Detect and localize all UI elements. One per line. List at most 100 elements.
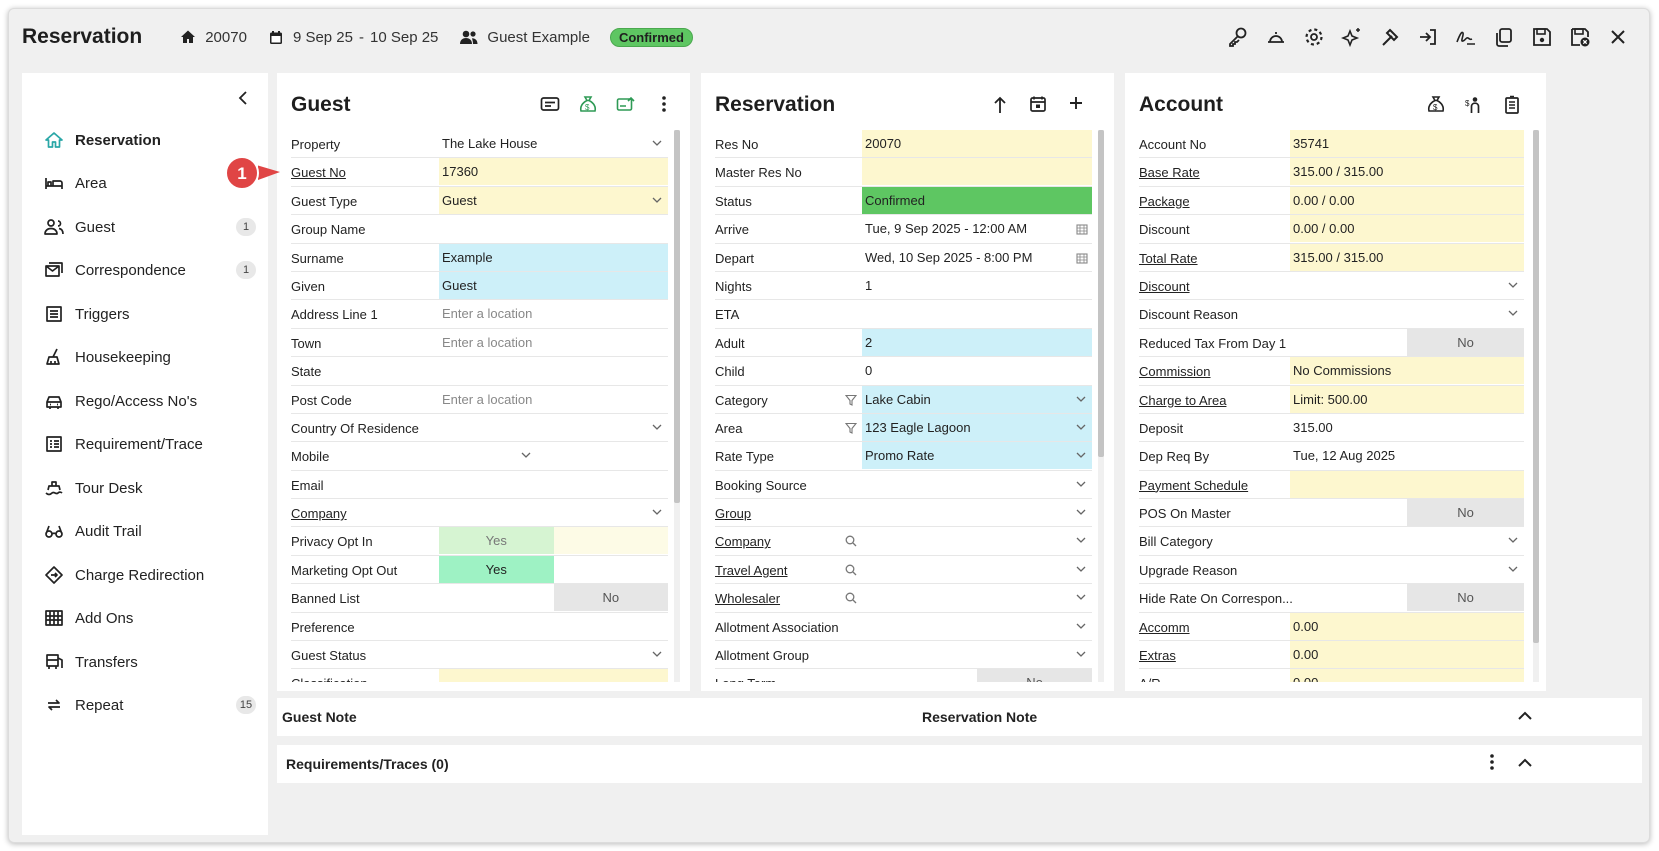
sidebar-item-repeat[interactable]: Repeat 15 [22,691,268,719]
field-value[interactable] [862,641,1092,668]
loyalty-card-button[interactable] [607,95,645,115]
field-value[interactable]: 315.00 / 315.00 [1290,243,1524,271]
field-label[interactable]: Extras [1139,648,1176,663]
toggle-value[interactable]: No [977,669,1092,682]
field-label[interactable]: Company [715,534,771,549]
sign-button[interactable] [1447,26,1485,48]
guest-scrollbar[interactable] [674,130,680,682]
money-bag-button[interactable]: $ [569,95,607,115]
sidebar-item-requirement-trace[interactable]: Requirement/Trace [22,430,268,458]
field-label[interactable]: Package [1139,194,1190,209]
field-value[interactable]: Enter a location [439,300,668,327]
field-value[interactable]: 0.00 [1290,612,1524,640]
tools-button[interactable] [1371,26,1409,48]
chevron-down-icon[interactable] [652,138,662,148]
field-value[interactable]: Example [439,243,668,271]
field-value[interactable]: Promo Rate [862,442,1092,470]
sidebar-item-reservation[interactable]: Reservation [22,126,268,154]
field-label[interactable]: Commission [1139,364,1211,379]
toggle-value[interactable]: No [1407,499,1524,527]
field-value[interactable]: Enter a location [439,386,668,413]
upgrade-button[interactable] [981,95,1019,115]
field-value[interactable]: Tue, 9 Sep 2025 - 12:00 AM [862,215,1092,242]
chevron-down-icon[interactable] [1076,394,1086,404]
field-value[interactable]: 0 [862,357,1092,384]
field-label[interactable]: Guest No [291,165,346,180]
reservation-scrollbar[interactable] [1098,130,1104,682]
field-label[interactable]: Charge to Area [1139,393,1226,408]
toggle-value[interactable]: No [553,584,668,612]
field-value[interactable]: 315.00 / 315.00 [1290,158,1524,186]
chevron-up-icon[interactable] [1517,710,1533,722]
toggle-value[interactable]: Yes [439,555,554,583]
field-value[interactable]: Limit: 500.00 [1290,385,1524,413]
chevron-down-icon[interactable] [1076,450,1086,460]
save-button[interactable] [1523,26,1561,48]
collapse-sidebar-icon[interactable] [236,91,250,105]
field-value[interactable]: Wed, 10 Sep 2025 - 8:00 PM [862,244,1092,271]
search-icon[interactable] [845,535,857,547]
chevron-down-icon[interactable] [1076,649,1086,659]
field-value[interactable]: 1 [862,272,1092,299]
toggle-value[interactable]: No [1407,584,1524,612]
chevron-down-icon[interactable] [652,195,662,205]
field-label[interactable]: Base Rate [1139,165,1200,180]
close-button[interactable] [1599,26,1637,48]
field-value[interactable]: 315.00 [1290,414,1524,441]
sidebar-item-guest[interactable]: Guest 1 [22,213,268,241]
chevron-down-icon[interactable] [652,507,662,517]
guest-note-header[interactable]: Guest Note [282,709,357,725]
field-value[interactable]: Guest [439,271,668,299]
field-value[interactable] [862,471,1092,498]
field-label[interactable]: A/R [1139,676,1161,682]
sidebar-item-tour-desk[interactable]: Tour Desk [22,474,268,502]
field-label[interactable]: Total Rate [1139,251,1198,266]
chevron-up-icon[interactable] [1517,757,1533,769]
account-invoice-button[interactable] [1493,95,1531,115]
field-value[interactable]: The Lake House [439,130,668,157]
field-value[interactable]: 35741 [1290,130,1524,157]
chevron-down-icon[interactable] [1508,308,1518,318]
filter-icon[interactable] [845,422,857,434]
field-value[interactable] [439,215,668,242]
check-in-button[interactable] [1409,26,1447,48]
field-value[interactable]: 0.00 [1290,641,1524,669]
field-value[interactable] [439,357,668,384]
sidebar-item-transfers[interactable]: Transfers [22,648,268,676]
notes-bar[interactable]: Guest Note Reservation Note [277,698,1642,736]
chevron-down-icon[interactable] [1508,280,1518,290]
field-label[interactable]: Company [291,506,347,521]
calendar-button[interactable] [1019,95,1057,115]
service-bell-button[interactable] [1257,26,1295,48]
search-icon[interactable] [845,564,857,576]
field-value[interactable]: 0.00 / 0.00 [1290,186,1524,214]
chevron-down-icon[interactable] [652,422,662,432]
field-value[interactable]: Tue, 12 Aug 2025 [1290,442,1524,469]
add-button[interactable] [1057,95,1095,115]
id-card-button[interactable] [531,95,569,115]
filter-icon[interactable] [845,394,857,406]
field-value[interactable] [439,471,668,498]
field-value[interactable] [862,300,1092,327]
settings-button[interactable] [1295,26,1333,48]
field-value[interactable]: 2 [862,328,1092,356]
field-value[interactable] [439,669,668,682]
chevron-down-icon[interactable] [521,450,531,460]
field-label[interactable]: Wholesaler [715,591,780,606]
calendar-icon[interactable] [1076,223,1088,235]
chevron-down-icon[interactable] [652,649,662,659]
field-value[interactable] [862,499,1092,526]
guest-more-button[interactable] [645,95,683,115]
field-value[interactable] [439,442,668,469]
more-vert-icon[interactable] [1489,753,1495,771]
calendar-icon[interactable] [1076,252,1088,264]
field-value[interactable]: Yes [439,527,668,555]
sidebar-item-add-ons[interactable]: Add Ons [22,604,268,632]
chevron-down-icon[interactable] [1076,621,1086,631]
field-value[interactable] [1290,527,1524,554]
field-value[interactable] [862,527,1092,554]
account-money-button[interactable]: $ [1417,95,1455,115]
field-value[interactable] [1290,272,1524,299]
field-value[interactable]: 20070 [862,130,1092,157]
sidebar-item-rego-access-no-s[interactable]: Rego/Access No's [22,387,268,415]
